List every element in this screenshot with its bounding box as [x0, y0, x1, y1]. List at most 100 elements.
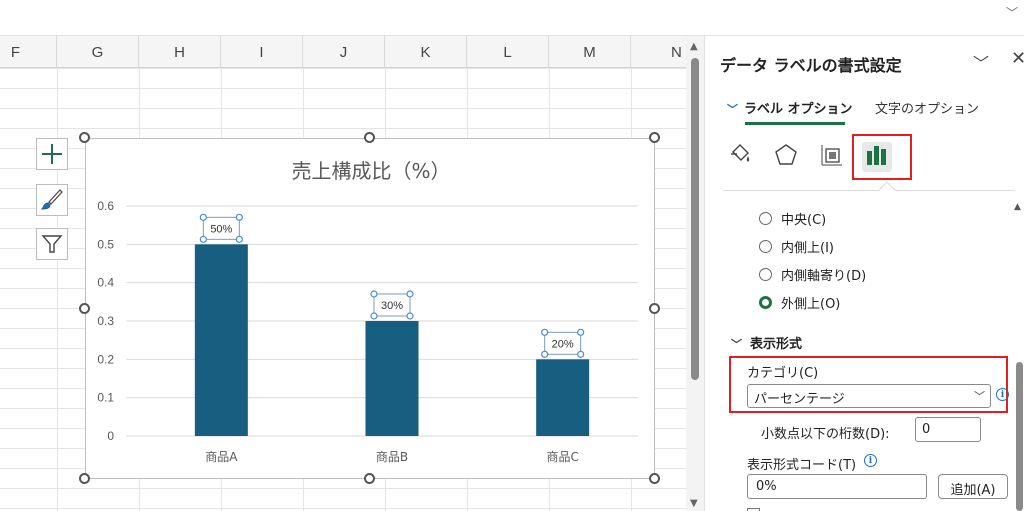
highlight-box [729, 356, 1008, 413]
pane-title: データ ラベルの書式設定 [720, 56, 902, 75]
label-handle[interactable] [370, 312, 378, 320]
y-tick-label: 0.4 [97, 276, 114, 290]
radio-label: 外側上(O) [781, 297, 841, 312]
resize-handle-left[interactable] [79, 303, 90, 314]
data-label[interactable]: 50% [210, 223, 232, 235]
y-tick-label: 0.1 [97, 391, 114, 405]
resize-handle-bottom[interactable] [364, 473, 375, 484]
chart-area[interactable]: 売上構成比（%） 0 0.1 0.2 0.3 0.4 0.5 0.6 商品A 50% 商品B 30%… [85, 138, 655, 479]
scroll-thumb[interactable] [691, 58, 699, 380]
close-icon[interactable]: ✕ [1011, 48, 1024, 69]
pentagon-icon [775, 144, 797, 165]
chevron-down-icon: ﹀ [727, 103, 738, 116]
y-tick-label: 0.5 [97, 237, 114, 251]
y-tick-label: 0.6 [97, 199, 114, 213]
column-header-m[interactable]: M [549, 36, 631, 68]
y-tick-label: 0 [107, 429, 114, 443]
sheet-vertical-scrollbar[interactable]: ▲ ▼ [686, 36, 704, 511]
radio-button[interactable] [759, 212, 772, 225]
tab-label-options[interactable]: ﹀ ラベル オプション [727, 98, 853, 117]
format-code-label: 表示形式コード(T) [747, 458, 857, 473]
decimal-places-label: 小数点以下の桁数(D): [761, 427, 890, 442]
info-icon[interactable]: i [864, 454, 877, 467]
number-section-header[interactable]: ﹀ 表示形式 [731, 333, 802, 352]
label-handle[interactable] [541, 350, 549, 358]
scroll-up-icon[interactable]: ▲ [690, 41, 698, 52]
scroll-up-icon[interactable]: ▲ [1014, 202, 1021, 212]
bar[interactable] [194, 244, 248, 436]
pane-vertical-scrollbar[interactable]: ▲ [1012, 202, 1024, 511]
radio-button-checked[interactable] [759, 296, 772, 309]
y-tick-label: 0.3 [97, 314, 114, 328]
resize-handle-top-right[interactable] [649, 132, 660, 143]
radio-inside-end[interactable]: 内側上(I) [759, 237, 834, 256]
plus-icon [42, 144, 62, 164]
divider-notch [878, 181, 896, 199]
chart-filters-button[interactable] [36, 228, 68, 260]
decimal-places-input[interactable]: 0 [915, 417, 981, 442]
info-icon[interactable]: i [996, 388, 1009, 401]
column-header-j[interactable]: J [303, 36, 385, 68]
label-handle[interactable] [541, 328, 549, 336]
filter-icon [41, 235, 63, 253]
y-tick-label: 0.2 [97, 352, 114, 366]
active-tab-underline [745, 122, 845, 125]
chevron-down-icon: ﹀ [731, 338, 742, 351]
chart-elements-button[interactable] [36, 138, 68, 170]
radio-button[interactable] [759, 240, 772, 253]
column-header-g[interactable]: G [57, 36, 139, 68]
resize-handle-top[interactable] [364, 132, 375, 143]
divider [723, 181, 1015, 199]
format-data-labels-pane: データ ラベルの書式設定 ﹀ ✕ ﹀ ラベル オプション 文字のオプション 中央… [704, 36, 1024, 511]
label-handle[interactable] [235, 235, 243, 243]
data-label[interactable]: 30% [381, 300, 403, 312]
resize-handle-top-left[interactable] [79, 132, 90, 143]
radio-label: 内側軸寄り(D) [781, 269, 867, 284]
label-handle[interactable] [406, 290, 414, 298]
section-title: 表示形式 [750, 337, 803, 352]
fill-icon [731, 144, 750, 162]
data-label[interactable]: 20% [552, 338, 574, 350]
radio-inside-base[interactable]: 内側軸寄り(D) [759, 265, 866, 284]
resize-handle-right[interactable] [649, 303, 660, 314]
format-code-input[interactable]: 0% [747, 474, 927, 499]
column-header-i[interactable]: I [221, 36, 303, 68]
tab-label-options-label: ラベル オプション [744, 102, 853, 117]
size-properties-tab[interactable] [817, 140, 847, 170]
scroll-down-icon[interactable]: ▼ [690, 498, 698, 509]
label-handle[interactable] [199, 235, 207, 243]
add-button[interactable]: 追加(A) [938, 474, 1008, 499]
label-handle[interactable] [577, 350, 585, 358]
brush-icon [40, 189, 63, 210]
label-handle[interactable] [406, 312, 414, 320]
column-header-f[interactable]: F [0, 36, 57, 68]
effects-tab[interactable] [771, 140, 801, 170]
resize-handle-bottom-right[interactable] [649, 473, 660, 484]
radio-center[interactable]: 中央(C) [759, 209, 826, 228]
resize-handle-bottom-left[interactable] [79, 473, 90, 484]
bar[interactable] [536, 359, 590, 436]
radio-outside-end[interactable]: 外側上(O) [759, 293, 840, 312]
radio-button[interactable] [759, 268, 772, 281]
label-handle[interactable] [235, 213, 243, 221]
label-handle[interactable] [577, 328, 585, 336]
tab-text-options[interactable]: 文字のオプション [875, 98, 979, 117]
column-header-row: F G H I J K L M N [0, 36, 686, 68]
chart-styles-button[interactable] [36, 184, 68, 216]
x-category-label: 商品B [376, 449, 408, 464]
bar[interactable] [365, 321, 419, 436]
scroll-thumb[interactable] [1016, 362, 1023, 511]
bar-chart[interactable]: 0 0.1 0.2 0.3 0.4 0.5 0.6 商品A 50% 商品B 30% 商品C 20% [86, 139, 656, 480]
label-handle[interactable] [199, 213, 207, 221]
chevron-down-icon[interactable]: ﹀ [1006, 4, 1018, 21]
chevron-down-icon[interactable]: ﹀ [973, 50, 989, 74]
column-header-l[interactable]: L [467, 36, 549, 68]
x-category-label: 商品C [546, 449, 578, 464]
column-header-h[interactable]: H [139, 36, 221, 68]
column-header-k[interactable]: K [385, 36, 467, 68]
label-handle[interactable] [370, 290, 378, 298]
radio-label: 内側上(I) [781, 241, 834, 256]
fill-line-tab[interactable] [725, 140, 755, 170]
radio-label: 中央(C) [781, 213, 827, 228]
column-header-n[interactable]: N [631, 36, 686, 68]
